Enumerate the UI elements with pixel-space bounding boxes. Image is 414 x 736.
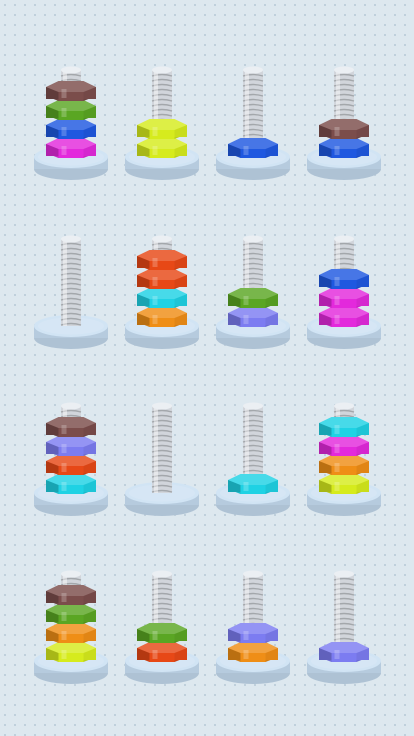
- nut-magenta: [319, 436, 369, 456]
- bolt-r1-c3[interactable]: [213, 32, 293, 192]
- nut-orange: [319, 455, 369, 475]
- bolt-r1-c2[interactable]: [122, 32, 202, 192]
- bolt-r4-c1[interactable]: [31, 536, 111, 696]
- bolt-graphic: [125, 570, 199, 684]
- nut-red: [137, 642, 187, 662]
- nut-magenta: [319, 288, 369, 308]
- nut-blue: [319, 138, 369, 158]
- nut-brown: [46, 417, 96, 437]
- bolt-r4-c3[interactable]: [213, 536, 293, 696]
- nut-green: [137, 623, 187, 643]
- bolt-graphic: [34, 235, 108, 349]
- bolt-graphic: [307, 235, 381, 349]
- bolt-graphic: [216, 402, 290, 516]
- bolt-shaft: [60, 235, 82, 326]
- nut-purple: [228, 307, 278, 327]
- nut-brown: [46, 81, 96, 101]
- nut-green: [46, 100, 96, 120]
- bolt-graphic: [125, 235, 199, 349]
- nut-blue: [46, 119, 96, 139]
- nut-red: [137, 269, 187, 289]
- nut-purple: [228, 623, 278, 643]
- bolt-r1-c1[interactable]: [31, 32, 111, 192]
- bolt-graphic: [307, 402, 381, 516]
- bolt-graphic: [34, 66, 108, 180]
- bolt-r4-c2[interactable]: [122, 536, 202, 696]
- game-board: [0, 0, 414, 736]
- bolt-graphic: [125, 402, 199, 516]
- nut-yellow: [46, 642, 96, 662]
- nut-blue: [228, 138, 278, 158]
- bolt-graphic: [216, 570, 290, 684]
- bolt-graphic: [307, 570, 381, 684]
- nut-yellow: [319, 474, 369, 494]
- bolt-graphic: [216, 235, 290, 349]
- nut-red: [46, 455, 96, 475]
- nut-cyan: [319, 417, 369, 437]
- nut-brown: [319, 119, 369, 139]
- nut-orange: [46, 623, 96, 643]
- nut-magenta: [319, 307, 369, 327]
- bolt-r2-c2[interactable]: [122, 201, 202, 361]
- nut-cyan: [137, 288, 187, 308]
- bolt-graphic: [307, 66, 381, 180]
- nut-cyan: [228, 474, 278, 494]
- bolt-r2-c1[interactable]: [31, 201, 111, 361]
- bolt-r3-c2[interactable]: [122, 368, 202, 528]
- nut-yellow: [137, 138, 187, 158]
- bolt-shaft: [151, 402, 173, 493]
- bolt-r3-c3[interactable]: [213, 368, 293, 528]
- nut-purple: [46, 436, 96, 456]
- nut-green: [46, 604, 96, 624]
- bolt-r2-c4[interactable]: [304, 201, 384, 361]
- nut-brown: [46, 585, 96, 605]
- bolt-graphic: [216, 66, 290, 180]
- nut-orange: [137, 307, 187, 327]
- nut-yellow: [137, 119, 187, 139]
- bolt-r3-c4[interactable]: [304, 368, 384, 528]
- nut-cyan: [46, 474, 96, 494]
- nut-purple: [319, 642, 369, 662]
- bolt-r3-c1[interactable]: [31, 368, 111, 528]
- nut-green: [228, 288, 278, 308]
- bolt-r1-c4[interactable]: [304, 32, 384, 192]
- bolt-r4-c4[interactable]: [304, 536, 384, 696]
- nut-magenta: [46, 138, 96, 158]
- nut-red: [137, 250, 187, 270]
- bolt-r2-c3[interactable]: [213, 201, 293, 361]
- bolt-graphic: [34, 570, 108, 684]
- nut-orange: [228, 642, 278, 662]
- bolt-graphic: [34, 402, 108, 516]
- nut-blue: [319, 269, 369, 289]
- bolt-graphic: [125, 66, 199, 180]
